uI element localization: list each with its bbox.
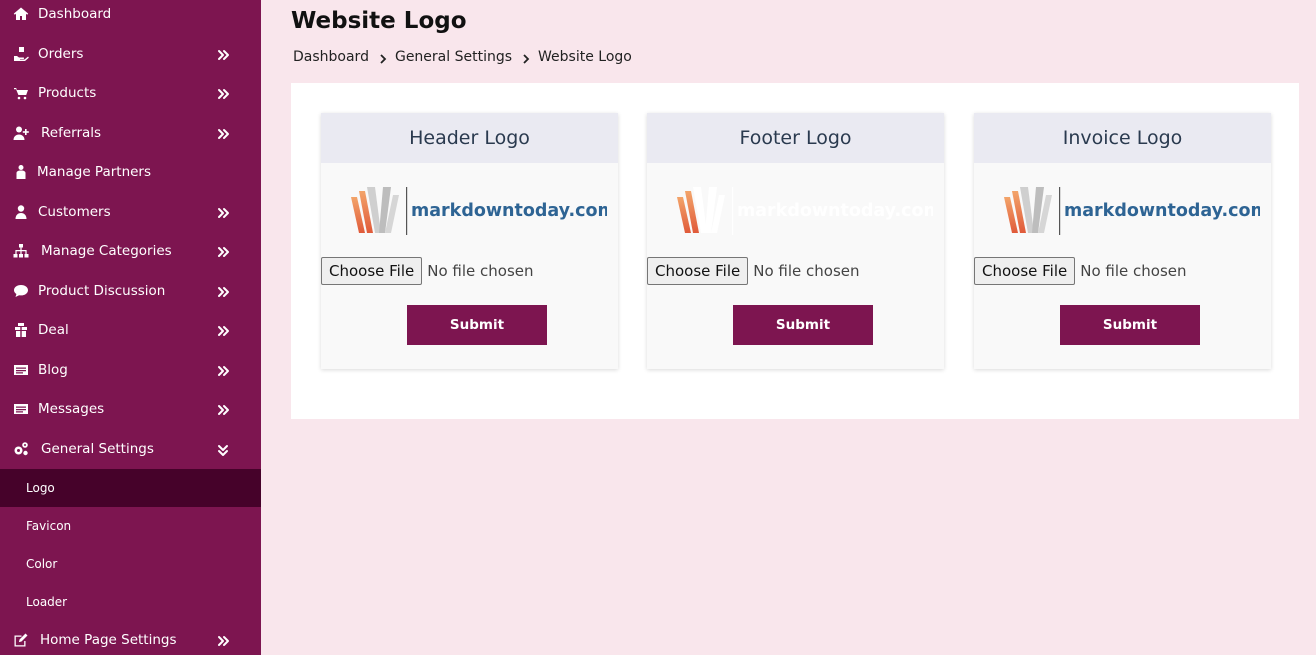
submenu-item-favicon[interactable]: Favicon (0, 507, 261, 545)
sidebar-item-label: Referrals (41, 125, 102, 141)
comment-icon (12, 282, 30, 300)
logo-text: markdowntoday.com (737, 201, 933, 221)
sidebar-item-customers[interactable]: Customers (0, 193, 261, 231)
chevron-right-icon (522, 52, 530, 64)
chevron-double-right-icon (216, 47, 230, 61)
people-icon (12, 163, 30, 181)
chevron-right-icon (379, 52, 387, 64)
sidebar-item-label: Manage Partners (37, 164, 152, 180)
card-header: Invoice Logo (974, 113, 1271, 163)
breadcrumb-general-settings[interactable]: General Settings (395, 49, 512, 65)
submenu-item-label: Color (26, 557, 58, 571)
choose-file-button[interactable]: Choose File (647, 256, 749, 285)
chevron-double-right-icon (216, 323, 230, 337)
chevron-double-right-icon (216, 244, 230, 258)
sidebar-item-home-page-settings[interactable]: Home Page Settings (0, 621, 261, 655)
submenu-item-color[interactable]: Color (0, 545, 261, 583)
sidebar-item-label: Messages (38, 401, 105, 417)
sidebar-item-referrals[interactable]: Referrals (0, 114, 261, 152)
sidebar-item-label: Blog (38, 362, 68, 378)
hand-box-icon (12, 45, 30, 63)
file-status: No file chosen (1080, 261, 1187, 280)
footer-logo-image: markdowntoday.com (677, 187, 942, 235)
sidebar: Dashboard Orders Products Referrals Mana… (0, 0, 261, 655)
sidebar-item-product-discussion[interactable]: Product Discussion (0, 272, 261, 310)
gears-icon (12, 440, 30, 458)
file-status: No file chosen (427, 261, 534, 280)
page-title: Website Logo (291, 8, 467, 34)
submenu-item-label: Logo (26, 481, 55, 495)
breadcrumb-website-logo: Website Logo (538, 49, 632, 65)
card-title: Footer Logo (739, 127, 852, 149)
blog-icon (12, 361, 30, 379)
chevron-double-right-icon (216, 86, 230, 100)
file-input: Choose File No file chosen (647, 256, 860, 285)
logo-text: markdowntoday.com (411, 201, 607, 221)
home-icon (12, 5, 30, 23)
choose-file-button[interactable]: Choose File (974, 256, 1076, 285)
footer-logo-card: Footer Logo markdowntoday.com Choose Fil… (647, 113, 944, 369)
file-input: Choose File No file chosen (974, 256, 1187, 285)
card-header: Footer Logo (647, 113, 944, 163)
sidebar-item-label: Manage Categories (41, 243, 172, 259)
card-title: Invoice Logo (1062, 127, 1183, 149)
sidebar-item-messages[interactable]: Messages (0, 390, 261, 428)
file-status: No file chosen (753, 261, 860, 280)
chevron-double-right-icon (216, 363, 230, 377)
invoice-logo-card: Invoice Logo markdowntoday.com Choose Fi… (974, 113, 1271, 369)
edit-icon (12, 631, 30, 649)
submenu-item-label: Loader (26, 595, 68, 609)
sidebar-item-orders[interactable]: Orders (0, 35, 261, 73)
chevron-double-right-icon (216, 284, 230, 298)
chevron-double-right-icon (216, 126, 230, 140)
sidebar-item-label: Dashboard (38, 6, 112, 22)
sidebar-item-manage-categories[interactable]: Manage Categories (0, 232, 261, 270)
submit-button[interactable]: Submit (407, 305, 547, 345)
sidebar-item-label: Deal (38, 322, 69, 338)
header-logo-image: markdowntoday.com (351, 187, 616, 235)
sitemap-icon (12, 242, 30, 260)
user-plus-icon (12, 124, 30, 142)
card-header: Header Logo (321, 113, 618, 163)
sidebar-item-label: Product Discussion (38, 283, 166, 299)
submit-button[interactable]: Submit (733, 305, 873, 345)
sidebar-item-label: Home Page Settings (40, 632, 177, 648)
chevron-double-right-icon (216, 402, 230, 416)
sidebar-item-general-settings[interactable]: General Settings (0, 430, 261, 468)
sidebar-item-label: Products (38, 85, 97, 101)
invoice-logo-image: markdowntoday.com (1004, 187, 1269, 235)
file-input: Choose File No file chosen (321, 256, 534, 285)
sidebar-item-deal[interactable]: Deal (0, 311, 261, 349)
chevron-double-down-icon (216, 442, 230, 456)
sidebar-item-manage-partners[interactable]: Manage Partners (0, 153, 261, 191)
sidebar-item-label: Customers (38, 204, 111, 220)
sidebar-item-dashboard[interactable]: Dashboard (0, 0, 261, 33)
logo-text: markdowntoday.com (1064, 201, 1260, 221)
header-logo-card: Header Logo markdowntoday.com Choose Fil… (321, 113, 618, 369)
choose-file-button[interactable]: Choose File (321, 256, 423, 285)
sidebar-item-blog[interactable]: Blog (0, 351, 261, 389)
user-icon (12, 203, 30, 221)
submenu-item-label: Favicon (26, 519, 72, 533)
submenu-item-loader[interactable]: Loader (0, 583, 261, 621)
messages-icon (12, 400, 30, 418)
breadcrumb-dashboard[interactable]: Dashboard (293, 49, 369, 65)
breadcrumb: Dashboard General Settings Website Logo (293, 47, 632, 67)
submenu-item-logo[interactable]: Logo (0, 469, 261, 507)
submit-button[interactable]: Submit (1060, 305, 1200, 345)
cart-icon (12, 84, 30, 102)
sidebar-item-products[interactable]: Products (0, 74, 261, 112)
sidebar-item-label: General Settings (41, 441, 154, 457)
deal-icon (12, 321, 30, 339)
card-title: Header Logo (409, 127, 530, 149)
chevron-double-right-icon (216, 633, 230, 647)
sidebar-item-label: Orders (38, 46, 84, 62)
chevron-double-right-icon (216, 205, 230, 219)
